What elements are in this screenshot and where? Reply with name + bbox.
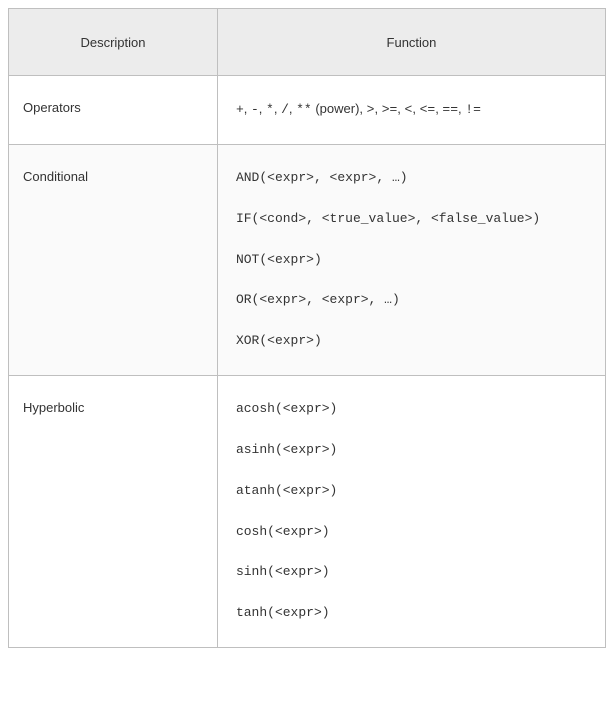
- description-cell: Conditional: [9, 144, 218, 375]
- function-entry: cosh(<expr>): [236, 523, 587, 542]
- functions-table: Description Function Operators +, -, *, /…: [8, 8, 606, 648]
- function-entry: asinh(<expr>): [236, 441, 587, 460]
- function-entry: XOR(<expr>): [236, 332, 587, 351]
- function-cell: AND(<expr>, <expr>, …) IF(<cond>, <true_v…: [217, 144, 605, 375]
- function-entry: IF(<cond>, <true_value>, <false_value>): [236, 210, 587, 229]
- function-entry: +, -, *, /, ** (power), >, >=, <, <=, ==…: [236, 100, 587, 120]
- function-cell: acosh(<expr>) asinh(<expr>) atanh(<expr>) c…: [217, 376, 605, 648]
- table-header-row: Description Function: [9, 9, 606, 76]
- description-cell: Hyperbolic: [9, 376, 218, 648]
- function-entry: acosh(<expr>): [236, 400, 587, 419]
- table-body: Operators +, -, *, /, ** (power), >, >=, …: [9, 76, 606, 648]
- function-cell: +, -, *, /, ** (power), >, >=, <, <=, ==…: [217, 76, 605, 145]
- description-cell: Operators: [9, 76, 218, 145]
- table-row: Hyperbolic acosh(<expr>) asinh(<expr>) atan…: [9, 376, 606, 648]
- table-row: Conditional AND(<expr>, <expr>, …) IF(<con…: [9, 144, 606, 375]
- function-entry: NOT(<expr>): [236, 251, 587, 270]
- table-row: Operators +, -, *, /, ** (power), >, >=, …: [9, 76, 606, 145]
- header-function: Function: [217, 9, 605, 76]
- function-entry: tanh(<expr>): [236, 604, 587, 623]
- function-entry: atanh(<expr>): [236, 482, 587, 501]
- header-description: Description: [9, 9, 218, 76]
- function-entry: AND(<expr>, <expr>, …): [236, 169, 587, 188]
- function-entry: sinh(<expr>): [236, 563, 587, 582]
- function-entry: OR(<expr>, <expr>, …): [236, 291, 587, 310]
